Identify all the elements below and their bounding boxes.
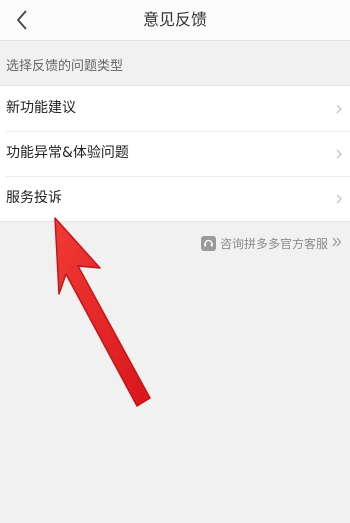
official-customer-service-link[interactable]: 咨询拼多多官方客服 (200, 234, 342, 252)
feedback-type-service-complaint[interactable]: 服务投诉 (0, 176, 350, 221)
double-chevron-right-icon (332, 236, 342, 250)
nav-bar: 意见反馈 (0, 0, 350, 41)
red-pointer-arrow-icon (54, 217, 151, 407)
chevron-right-icon (336, 86, 342, 131)
chevron-right-icon (336, 131, 342, 176)
customer-service-label: 咨询拼多多官方客服 (219, 236, 328, 251)
page-title: 意见反馈 (142, 10, 207, 29)
feedback-type-list: 新功能建议 功能异常&体验问题 服务投诉 (0, 85, 350, 222)
feedback-type-label: 新功能建议 (6, 100, 76, 116)
feedback-type-bug-experience[interactable]: 功能异常&体验问题 (0, 131, 350, 176)
feedback-type-new-feature[interactable]: 新功能建议 (0, 86, 350, 131)
chevron-right-icon (336, 176, 342, 221)
section-label: 选择反馈的问题类型 (6, 59, 124, 74)
feedback-type-label: 服务投诉 (6, 190, 62, 206)
customer-service-icon (200, 235, 216, 251)
feedback-type-label: 功能异常&体验问题 (6, 145, 129, 161)
